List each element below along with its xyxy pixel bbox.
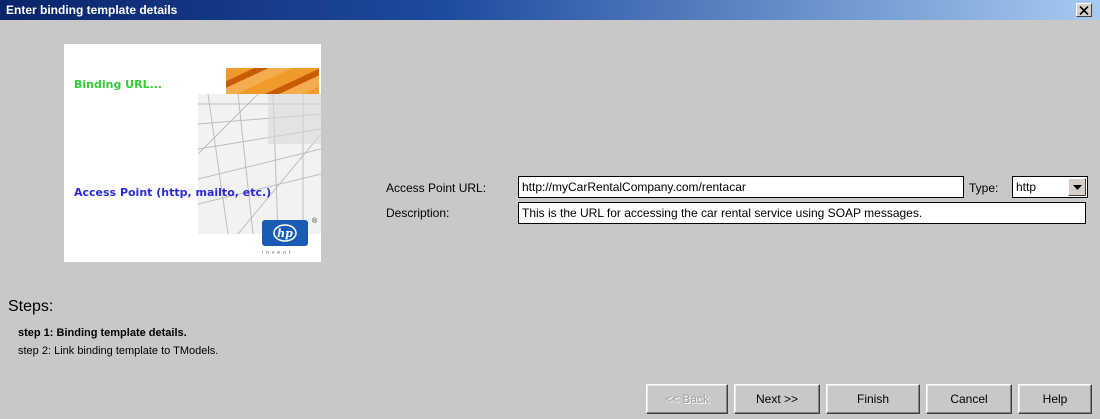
hp-tagline: invent: [262, 250, 294, 256]
description-input[interactable]: This is the URL for accessing the car re…: [518, 202, 1086, 224]
close-button[interactable]: [1076, 3, 1092, 17]
access-point-url-label: Access Point URL:: [386, 181, 487, 195]
access-point-text: Access Point (http, mailto, etc.): [74, 186, 272, 199]
access-point-url-input[interactable]: http://myCarRentalCompany.com/rentacar: [518, 176, 964, 198]
close-icon: [1079, 5, 1089, 15]
help-button[interactable]: Help: [1018, 384, 1092, 414]
finish-button[interactable]: Finish: [826, 384, 920, 414]
step-item-current: step 1: Binding template details.: [18, 327, 187, 339]
back-button[interactable]: << Back: [646, 384, 728, 414]
next-button[interactable]: Next >>: [734, 384, 820, 414]
title-bar: Enter binding template details: [0, 0, 1100, 20]
description-label: Description:: [386, 206, 450, 220]
type-select-value: http: [1016, 180, 1037, 194]
grid-graphic: [198, 94, 321, 234]
cancel-button[interactable]: Cancel: [926, 384, 1012, 414]
binding-url-text: Binding URL...: [74, 78, 163, 91]
window-title: Enter binding template details: [6, 3, 178, 17]
step-item: step 2: Link binding template to TModels…: [18, 345, 219, 357]
hp-logo-icon: hp: [273, 224, 297, 242]
dropdown-arrow-icon[interactable]: [1068, 178, 1086, 196]
registered-mark: ®: [312, 218, 318, 225]
type-select[interactable]: http: [1012, 176, 1088, 198]
type-label: Type:: [969, 181, 999, 195]
orange-graphic: [226, 68, 319, 94]
dialog-window: Enter binding template details Binding U…: [0, 0, 1100, 419]
banner-image: Binding URL... Access Point (http, mailt…: [64, 44, 321, 262]
hp-logo: hp: [262, 220, 308, 246]
steps-heading: Steps:: [8, 298, 54, 315]
svg-text:hp: hp: [277, 227, 293, 240]
